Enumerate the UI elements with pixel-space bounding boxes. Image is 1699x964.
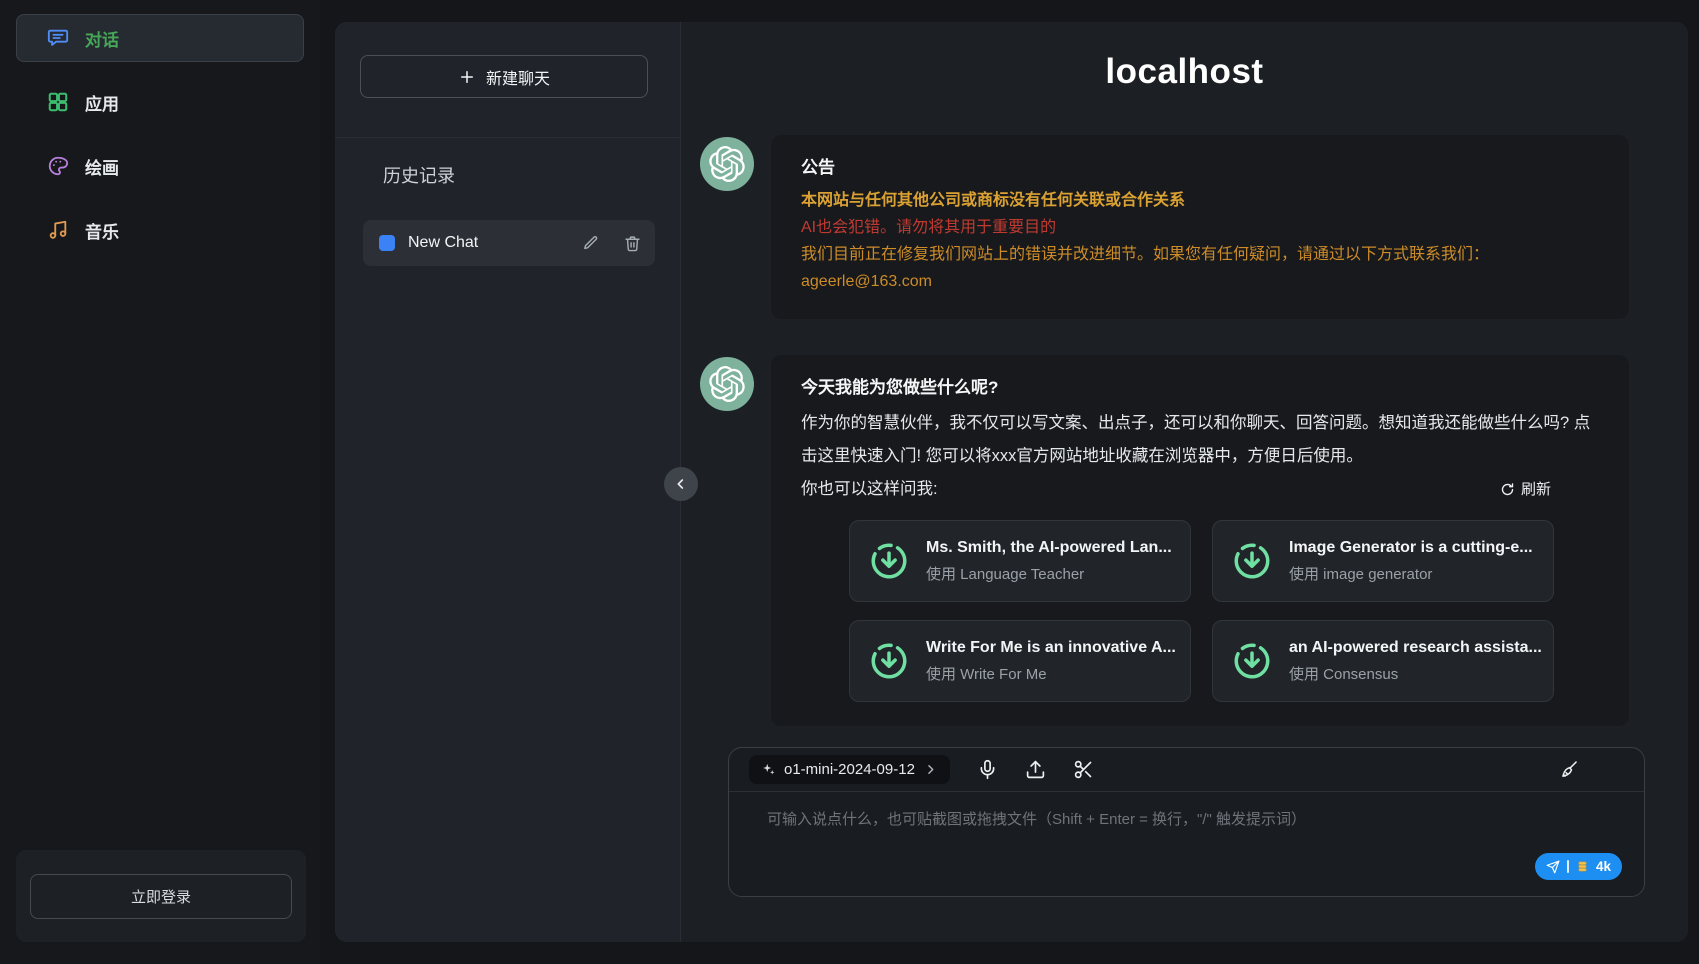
divider (1567, 860, 1569, 873)
suggestion-card[interactable]: Ms. Smith, the AI-powered Lan... 使用 Lang… (849, 520, 1191, 602)
new-chat-label: 新建聊天 (486, 65, 550, 89)
suggestion-card[interactable]: Image Generator is a cutting-e... 使用 ima… (1212, 520, 1554, 602)
apps-grid-icon (47, 91, 69, 113)
sidebar-nav: 对话 应用 绘画 (0, 0, 320, 254)
token-count: 4k (1596, 859, 1611, 874)
clear-broom-button[interactable] (1559, 759, 1580, 780)
history-panel: 新建聊天 历史记录 New Chat (335, 22, 681, 942)
palette-icon (47, 155, 69, 177)
history-title: 历史记录 (383, 162, 680, 188)
announcement-line: AI也会犯错。请勿将其用于重要目的 (801, 214, 1599, 241)
composer-toolbar: o1-mini-2024-09-12 (729, 748, 1644, 792)
sidebar-item-apps[interactable]: 应用 (16, 78, 304, 126)
chat-bubble-icon (47, 27, 69, 49)
mic-icon (977, 759, 998, 780)
avatar (700, 357, 754, 411)
page-title: localhost (681, 52, 1688, 92)
sidebar-item-paint[interactable]: 绘画 (16, 142, 304, 190)
download-circle-icon (868, 640, 910, 682)
refresh-label: 刷新 (1521, 473, 1551, 506)
suggestion-card[interactable]: Write For Me is an innovative A... 使用 Wr… (849, 620, 1191, 702)
divider (335, 137, 680, 138)
download-circle-icon (1231, 640, 1273, 682)
login-card: 立即登录 (16, 850, 306, 942)
sidebar-item-label: 对话 (85, 26, 119, 51)
message-welcome: 今天我能为您做些什么呢? 作为你的智慧伙伴，我不仅可以写文案、出点子，还可以和你… (700, 355, 1688, 726)
sparkle-icon (761, 762, 776, 777)
suggestion-subtitle: 使用 Consensus (1289, 663, 1542, 684)
suggestion-subtitle: 使用 Language Teacher (926, 563, 1172, 584)
message-announcement: 公告 本网站与任何其他公司或商标没有任何关联或合作关系 AI也会犯错。请勿将其用… (700, 135, 1688, 319)
sidebar-item-music[interactable]: 音乐 (16, 206, 304, 254)
message-input[interactable] (729, 792, 1644, 852)
welcome-body: 作为你的智慧伙伴，我不仅可以写文案、出点子，还可以和你聊天、回答问题。想知道我还… (801, 407, 1599, 473)
refresh-icon (1500, 482, 1515, 497)
openai-logo-icon (709, 366, 745, 402)
openai-logo-icon (709, 146, 745, 182)
avatar (700, 137, 754, 191)
trash-icon[interactable] (624, 235, 641, 252)
scissors-icon (1073, 759, 1094, 780)
announcement-email: ageerle@163.com (801, 268, 1599, 295)
welcome-heading: 今天我能为您做些什么呢? (801, 375, 1599, 401)
welcome-bubble: 今天我能为您做些什么呢? 作为你的智慧伙伴，我不仅可以写文案、出点子，还可以和你… (771, 355, 1629, 726)
new-chat-button[interactable]: 新建聊天 (360, 55, 648, 98)
sidebar-item-label: 音乐 (85, 218, 119, 243)
scissors-button[interactable] (1073, 759, 1094, 780)
download-circle-icon (868, 540, 910, 582)
sidebar: 对话 应用 绘画 (0, 0, 320, 964)
coins-icon (1576, 860, 1589, 873)
suggestion-title: an AI-powered research assista... (1289, 639, 1542, 657)
edit-icon[interactable] (582, 235, 599, 252)
announcement-line: 本网站与任何其他公司或商标没有任何关联或合作关系 (801, 187, 1599, 214)
refresh-button[interactable]: 刷新 (1500, 473, 1551, 506)
model-selector[interactable]: o1-mini-2024-09-12 (749, 755, 950, 784)
chevron-right-icon (923, 762, 938, 777)
download-circle-icon (1231, 540, 1273, 582)
sidebar-item-chat[interactable]: 对话 (16, 14, 304, 62)
sidebar-item-label: 绘画 (85, 154, 119, 179)
broom-icon (1559, 759, 1580, 780)
model-name: o1-mini-2024-09-12 (784, 761, 915, 778)
announcement-line: 我们目前正在修复我们网站上的错误并改进细节。如果您有任何疑问，请通过以下方式联系… (801, 241, 1599, 268)
suggestion-subtitle: 使用 image generator (1289, 563, 1533, 584)
suggestion-title: Image Generator is a cutting-e... (1289, 539, 1533, 557)
suggestion-card[interactable]: an AI-powered research assista... 使用 Con… (1212, 620, 1554, 702)
music-note-icon (47, 219, 69, 241)
history-item[interactable]: New Chat (363, 220, 655, 266)
chat-panel: localhost 公告 本网站与任何其他公司或商标没有任何关联或合作关系 AI… (681, 22, 1688, 942)
suggestion-title: Ms. Smith, the AI-powered Lan... (926, 539, 1172, 557)
workspace: 新建聊天 历史记录 New Chat (335, 22, 1688, 942)
sidebar-item-label: 应用 (85, 90, 119, 115)
send-button[interactable]: 4k (1535, 853, 1622, 880)
suggestion-subtitle: 使用 Write For Me (926, 663, 1176, 684)
suggestion-grid: Ms. Smith, the AI-powered Lan... 使用 Lang… (849, 520, 1599, 702)
composer: o1-mini-2024-09-12 (728, 747, 1645, 897)
ask-hint: 你也可以这样问我: (801, 473, 938, 506)
upload-button[interactable] (1025, 759, 1046, 780)
announcement-bubble: 公告 本网站与任何其他公司或商标没有任何关联或合作关系 AI也会犯错。请勿将其用… (771, 135, 1629, 319)
mic-button[interactable] (977, 759, 998, 780)
collapse-panel-button[interactable] (664, 467, 698, 501)
upload-icon (1025, 759, 1046, 780)
plus-icon (458, 68, 476, 86)
chevron-left-icon (673, 476, 689, 492)
chat-square-icon (379, 235, 395, 251)
send-icon (1546, 860, 1560, 874)
login-button[interactable]: 立即登录 (30, 874, 292, 919)
history-item-title: New Chat (408, 234, 569, 252)
announcement-heading: 公告 (801, 155, 1599, 181)
suggestion-title: Write For Me is an innovative A... (926, 639, 1176, 657)
